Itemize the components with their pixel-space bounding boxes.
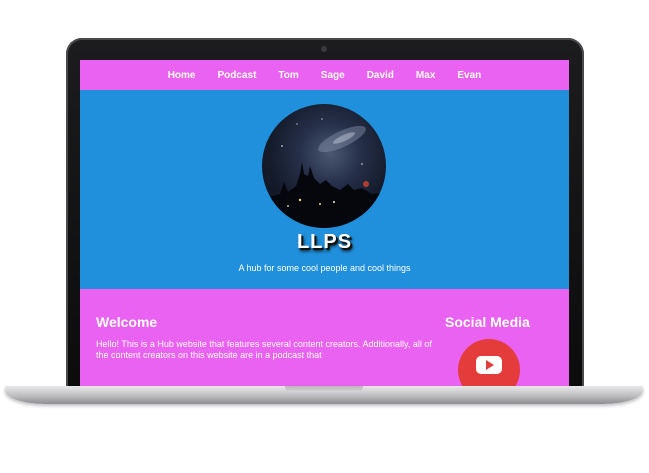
youtube-icon: [476, 356, 502, 374]
welcome-paragraph: Hello! This is a Hub website that featur…: [96, 339, 432, 360]
nav-evan[interactable]: Evan: [457, 70, 481, 81]
laptop-base: [5, 386, 643, 404]
night-sky-image: [262, 118, 386, 228]
site-tagline: A hub for some cool people and cool thin…: [238, 263, 411, 273]
welcome-heading: Welcome: [96, 314, 158, 330]
hero-avatar-image: [262, 104, 386, 228]
nav-tom[interactable]: Tom: [278, 70, 298, 81]
social-media-heading: Social Media: [445, 314, 530, 330]
content-section: Welcome Hello! This is a Hub website tha…: [80, 289, 569, 392]
hero-section: LLPS A hub for some cool people and cool…: [80, 90, 569, 289]
nav-david[interactable]: David: [367, 70, 394, 81]
top-nav: Home Podcast Tom Sage David Max Evan: [80, 60, 569, 90]
site-title: LLPS: [296, 231, 353, 253]
youtube-link-button[interactable]: [458, 339, 520, 392]
nav-max[interactable]: Max: [416, 70, 435, 81]
webcam: [321, 46, 327, 52]
nav-podcast[interactable]: Podcast: [218, 70, 257, 81]
laptop-frame: Home Podcast Tom Sage David Max Evan LLP…: [66, 38, 584, 394]
laptop-notch: [285, 386, 363, 392]
laptop-screen: Home Podcast Tom Sage David Max Evan LLP…: [80, 60, 569, 392]
nav-home[interactable]: Home: [168, 70, 196, 81]
nav-sage[interactable]: Sage: [321, 70, 345, 81]
